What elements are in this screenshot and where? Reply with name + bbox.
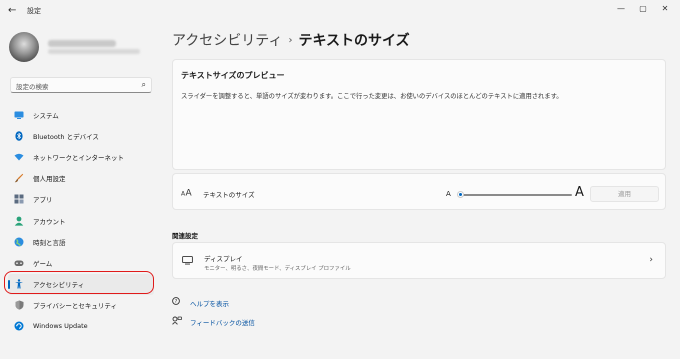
sidebar-item-system[interactable]: システム <box>8 104 154 125</box>
globe-icon <box>14 237 24 247</box>
sidebar-nav: システム Bluetooth とデバイス ネットワークとインターネット 個人用設… <box>8 104 154 337</box>
apps-icon <box>14 194 24 204</box>
help-link-label: ヘルプを表示 <box>190 299 229 308</box>
title-bar: ← 設定 — ▢ ✕ <box>0 0 680 22</box>
slider-max-label: A <box>575 185 584 200</box>
game-icon <box>14 258 24 268</box>
sidebar-item-apps[interactable]: アプリ <box>8 189 154 210</box>
apply-button[interactable]: 適用 <box>590 186 659 202</box>
sidebar-item-label: ネットワークとインターネット <box>33 153 124 162</box>
highlight-annotation <box>4 271 154 294</box>
display-subtitle: モニター、明るさ、夜間モード、ディスプレイ プロファイル <box>204 266 351 272</box>
sidebar-item-network[interactable]: ネットワークとインターネット <box>8 146 154 167</box>
monitor-icon <box>182 256 193 268</box>
shield-icon <box>14 300 24 310</box>
text-size-icon: AA <box>181 187 193 199</box>
sidebar-item-bluetooth[interactable]: Bluetooth とデバイス <box>8 125 154 146</box>
help-link[interactable]: ? ヘルプを表示 <box>172 297 229 308</box>
text-size-slider-thumb[interactable] <box>457 191 464 198</box>
sidebar-item-label: ゲーム <box>33 259 53 268</box>
related-settings-heading: 関連設定 <box>172 232 198 240</box>
bluetooth-icon <box>14 130 24 141</box>
sidebar-item-label: プライバシーとセキュリティ <box>33 302 117 311</box>
page-title: テキストのサイズ <box>298 33 410 49</box>
update-icon <box>14 321 24 331</box>
preview-title: テキストサイズのプレビュー <box>181 71 285 80</box>
chevron-right-icon: › <box>649 255 653 265</box>
feedback-link[interactable]: フィードバックの送信 <box>172 316 255 327</box>
sidebar-item-label: システム <box>33 111 59 120</box>
network-icon <box>14 152 24 162</box>
preview-text: スライダーを調整すると、単語のサイズが変わります。ここで行った変更は、お使いのデ… <box>181 93 563 100</box>
sidebar-item-time-language[interactable]: 時刻と言語 <box>8 231 154 252</box>
search-input[interactable]: 設定の検索 ⌕ <box>10 77 152 93</box>
text-size-label: テキストのサイズ <box>203 191 255 199</box>
close-icon[interactable]: ✕ <box>658 3 672 15</box>
sidebar-item-label: 時刻と言語 <box>33 238 66 247</box>
slider-min-label: A <box>446 190 451 198</box>
sidebar-item-label: 個人用設定 <box>33 175 66 184</box>
sidebar-item-privacy-security[interactable]: プライバシーとセキュリティ <box>8 295 154 316</box>
chevron-right-icon: › <box>288 34 293 46</box>
sidebar-item-label: Bluetooth とデバイス <box>33 132 99 141</box>
search-icon: ⌕ <box>141 80 146 89</box>
minimize-icon[interactable]: — <box>614 3 628 15</box>
display-settings-link[interactable]: ディスプレイ モニター、明るさ、夜間モード、ディスプレイ プロファイル › <box>172 242 666 279</box>
display-title: ディスプレイ <box>204 255 243 263</box>
text-size-preview-card: テキストサイズのプレビュー スライダーを調整すると、単語のサイズが変わります。こ… <box>172 59 666 170</box>
feedback-icon <box>172 316 182 327</box>
back-arrow-icon[interactable]: ← <box>8 5 20 17</box>
help-icon: ? <box>172 297 182 308</box>
user-email-redacted <box>48 49 140 54</box>
brush-icon <box>14 173 24 183</box>
sidebar-item-windows-update[interactable]: Windows Update <box>8 316 154 337</box>
user-name-redacted <box>48 40 116 47</box>
sidebar-item-personalization[interactable]: 個人用設定 <box>8 168 154 189</box>
sidebar-item-accounts[interactable]: アカウント <box>8 210 154 231</box>
text-size-setting-card: AA テキストのサイズ A A 適用 <box>172 173 666 210</box>
system-icon <box>14 110 24 120</box>
sidebar-item-label: アプリ <box>33 196 53 205</box>
svg-text:?: ? <box>175 299 178 305</box>
search-placeholder: 設定の検索 <box>16 83 49 91</box>
breadcrumb: アクセシビリティ › テキストのサイズ <box>172 30 410 50</box>
text-size-slider-track[interactable] <box>460 194 572 196</box>
avatar[interactable] <box>9 32 39 62</box>
sidebar-item-label: Windows Update <box>33 322 88 331</box>
svg-text:A: A <box>186 189 193 197</box>
breadcrumb-parent[interactable]: アクセシビリティ <box>172 30 282 50</box>
sidebar-item-label: アカウント <box>33 217 66 226</box>
app-title: 設定 <box>27 7 41 15</box>
feedback-link-label: フィードバックの送信 <box>190 318 255 327</box>
maximize-icon[interactable]: ▢ <box>636 3 650 15</box>
account-icon <box>14 216 24 226</box>
